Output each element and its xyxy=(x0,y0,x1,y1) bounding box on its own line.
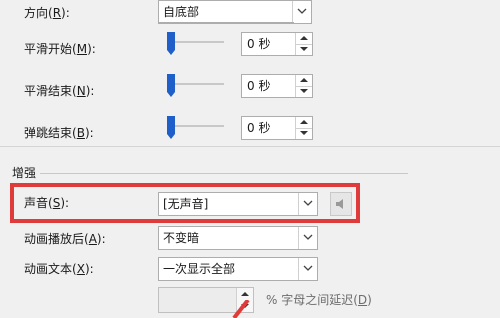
bounce-end-value: 0 秒 xyxy=(247,121,271,135)
sound-volume-button[interactable] xyxy=(330,192,352,216)
after-animation-label-text: 动画播放后 xyxy=(24,232,85,246)
arrow-up-icon xyxy=(300,120,308,124)
sound-label-text: 声音 xyxy=(24,196,49,210)
arrow-up-icon xyxy=(241,292,249,296)
direction-dropdown-button[interactable] xyxy=(292,1,311,23)
animate-text-label-text: 动画文本 xyxy=(24,262,73,276)
animate-text-label: 动画文本(X): xyxy=(24,262,94,276)
animate-text-value: 一次显示全部 xyxy=(163,262,236,276)
smooth-start-slider-thumb[interactable] xyxy=(167,32,175,55)
arrow-down-icon xyxy=(300,89,308,93)
letter-delay-increment-button[interactable] xyxy=(237,288,253,300)
letter-delay-accelerator: D xyxy=(357,293,368,307)
smooth-end-value: 0 秒 xyxy=(247,79,271,93)
smooth-end-decrement-button[interactable] xyxy=(296,86,312,97)
after-animation-accelerator: A xyxy=(88,232,97,246)
enhance-section-title: 增强 xyxy=(12,166,37,180)
direction-list-border xyxy=(158,22,294,23)
chevron-down-icon xyxy=(303,265,313,271)
smooth-start-spin-buttons xyxy=(295,33,312,55)
smooth-end-label: 平滑结束(N): xyxy=(24,84,95,98)
smooth-end-accelerator: N xyxy=(76,84,86,98)
smooth-end-slider-track[interactable] xyxy=(170,83,224,85)
after-animation-label: 动画播放后(A): xyxy=(24,232,106,246)
bounce-end-spinner[interactable]: 0 秒 xyxy=(241,116,313,140)
direction-value: 自底部 xyxy=(163,5,200,19)
smooth-start-value: 0 秒 xyxy=(247,37,271,51)
smooth-end-spinner[interactable]: 0 秒 xyxy=(241,74,313,98)
bounce-end-spin-buttons xyxy=(295,117,312,139)
smooth-start-label: 平滑开始(M): xyxy=(24,42,96,56)
annotation-arrow-icon xyxy=(232,300,250,318)
arrow-up-icon xyxy=(300,78,308,82)
smooth-end-label-text: 平滑结束 xyxy=(24,84,73,98)
after-animation-dropdown[interactable]: 不变暗 xyxy=(158,226,318,250)
smooth-start-label-text: 平滑开始 xyxy=(24,42,73,56)
arrow-down-icon xyxy=(300,131,308,135)
bounce-end-accelerator: B xyxy=(76,126,85,140)
separator xyxy=(0,146,500,147)
arrow-down-icon xyxy=(300,47,308,51)
sound-dropdown[interactable]: [无声音] xyxy=(158,192,318,216)
bounce-end-label-text: 弹跳结束 xyxy=(24,126,73,140)
after-animation-dropdown-button[interactable] xyxy=(298,227,317,249)
speaker-icon xyxy=(336,199,343,209)
direction-dropdown[interactable]: 自底部 xyxy=(158,0,312,24)
smooth-start-slider-track[interactable] xyxy=(170,41,224,43)
direction-label-text: 方向 xyxy=(24,6,49,20)
smooth-start-decrement-button[interactable] xyxy=(296,44,312,55)
smooth-start-accelerator: M xyxy=(76,42,88,56)
smooth-start-spinner[interactable]: 0 秒 xyxy=(241,32,313,56)
direction-label: 方向(R): xyxy=(24,6,70,20)
direction-accelerator: R xyxy=(52,6,62,20)
animate-text-dropdown[interactable]: 一次显示全部 xyxy=(158,257,318,281)
animate-text-accelerator: X xyxy=(76,262,85,276)
bounce-end-slider-track[interactable] xyxy=(170,125,224,127)
animate-text-dropdown-button[interactable] xyxy=(298,258,317,280)
letter-delay-label-text: % 字母之间延迟 xyxy=(266,293,354,307)
chevron-down-icon xyxy=(303,200,313,206)
bounce-end-slider-thumb[interactable] xyxy=(167,116,175,139)
sound-dropdown-button[interactable] xyxy=(298,193,317,215)
bounce-end-decrement-button[interactable] xyxy=(296,128,312,139)
smooth-end-slider-thumb[interactable] xyxy=(167,74,175,97)
sound-value: [无声音] xyxy=(163,197,209,211)
arrow-up-icon xyxy=(300,36,308,40)
smooth-end-spin-buttons xyxy=(295,75,312,97)
bounce-end-label: 弹跳结束(B): xyxy=(24,126,94,140)
sound-label: 声音(S): xyxy=(24,196,70,210)
sound-accelerator: S xyxy=(52,196,61,210)
chevron-down-icon xyxy=(297,8,307,14)
after-animation-value: 不变暗 xyxy=(163,231,200,245)
chevron-down-icon xyxy=(303,234,313,240)
enhance-group-line xyxy=(40,173,408,174)
letter-delay-label: % 字母之间延迟(D) xyxy=(266,293,372,307)
